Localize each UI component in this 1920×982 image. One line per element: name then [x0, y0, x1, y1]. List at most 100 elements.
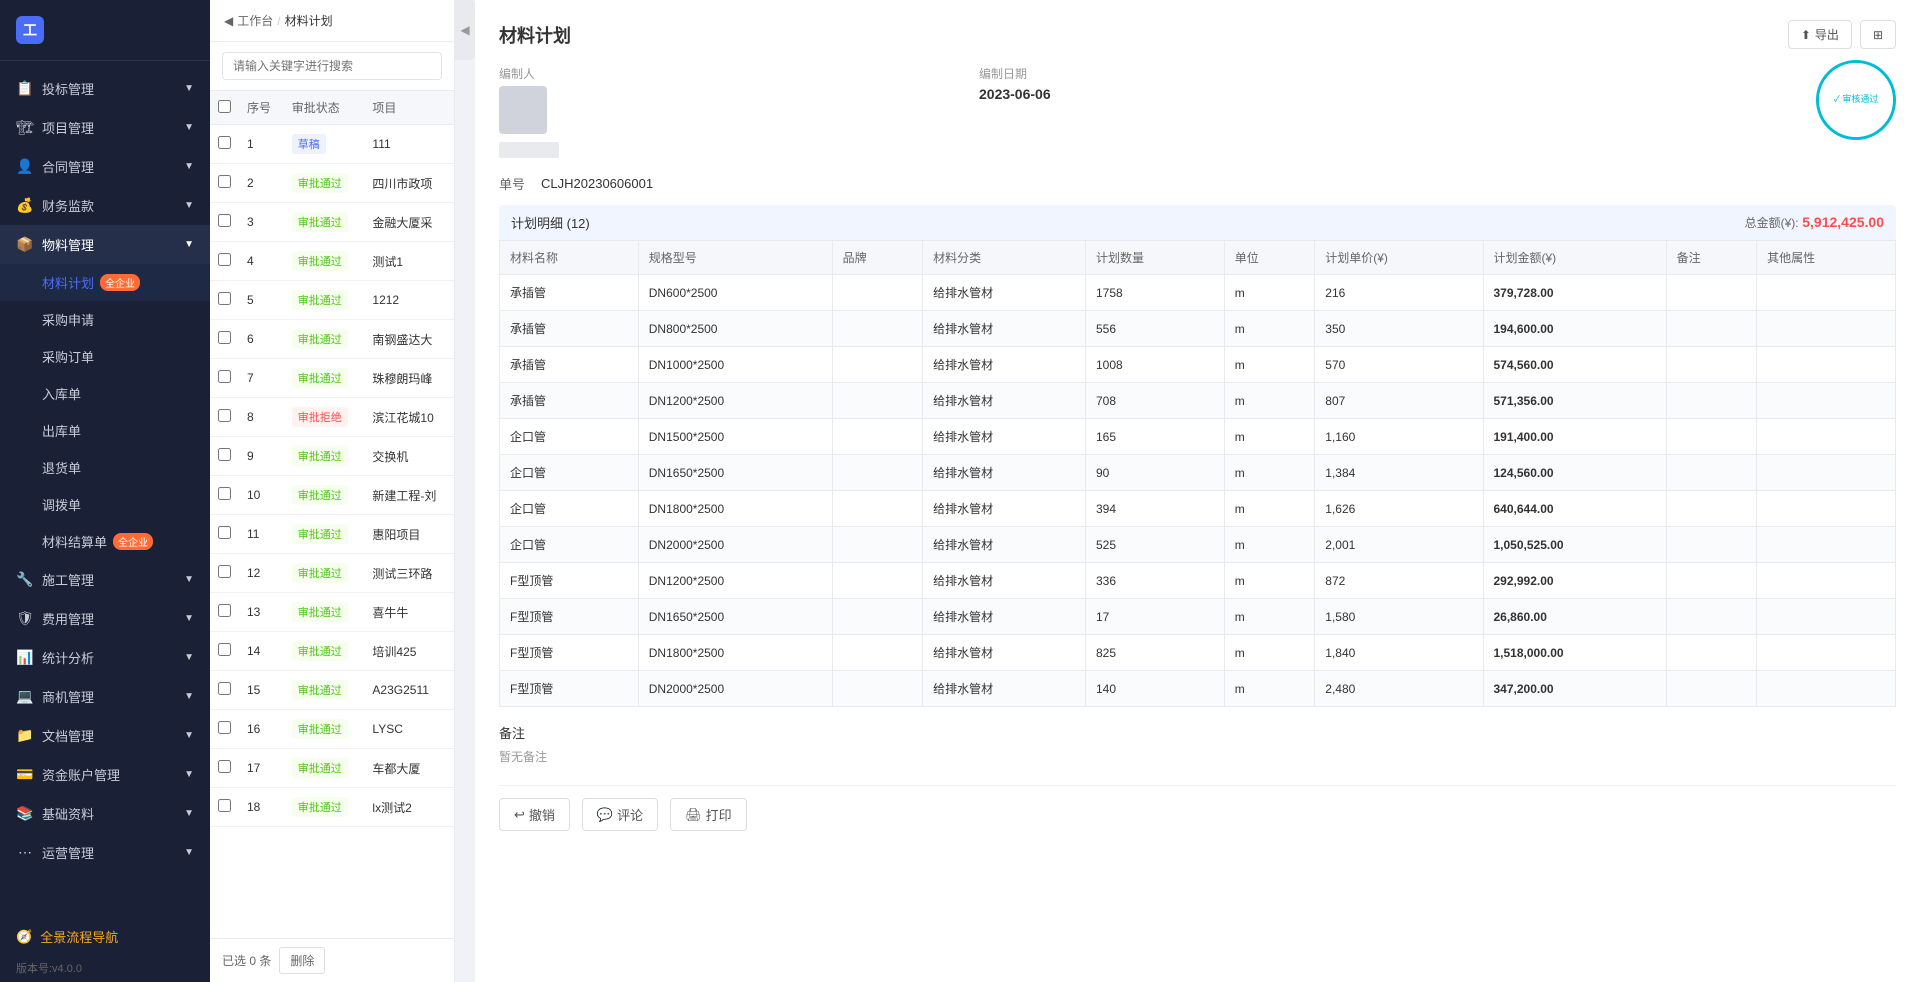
row-checkbox[interactable] [218, 526, 231, 539]
nav-guide[interactable]: 🧭 全景流程导航 [0, 919, 210, 954]
row-status: 审批通过 [284, 749, 365, 788]
qr-button[interactable]: ⊞ [1860, 20, 1896, 49]
delete-button[interactable]: 删除 [279, 947, 325, 974]
row-project: 惠阳项目 [364, 515, 454, 554]
row-checkbox[interactable] [218, 682, 231, 695]
detail-table: 材料名称 规格型号 品牌 材料分类 计划数量 单位 计划单价(¥) 计划金额(¥… [499, 240, 1896, 707]
editor-info: 编制人 [499, 65, 559, 158]
sidebar-item-contract[interactable]: 👤 合同管理 ▼ [0, 147, 210, 186]
sidebar-item-expense[interactable]: 🛡 费用管理 ▼ [0, 599, 210, 638]
unit-price: 1,384 [1315, 455, 1483, 491]
search-box [210, 42, 454, 91]
chevron-down-icon: ▼ [184, 652, 194, 663]
spec: DN1800*2500 [638, 635, 832, 671]
unit-price: 1,160 [1315, 419, 1483, 455]
select-all-checkbox[interactable] [218, 100, 231, 113]
list-item[interactable]: 8 审批拒绝 滨江花城10 [210, 398, 454, 437]
search-input[interactable] [222, 52, 442, 80]
row-checkbox[interactable] [218, 604, 231, 617]
collapse-button[interactable]: ◀ [455, 0, 475, 60]
row-no: 14 [239, 632, 284, 671]
print-button[interactable]: 🖨 打印 [670, 798, 747, 831]
row-checkbox[interactable] [218, 799, 231, 812]
qty: 17 [1086, 599, 1225, 635]
main-area: ◀ 工作台 / 材料计划 序号 审批状态 项目 [210, 0, 1920, 982]
table-row: F型顶管 DN1800*2500 给排水管材 825 m 1,840 1,518… [500, 635, 1896, 671]
other [1757, 671, 1896, 707]
sidebar-item-material-settle[interactable]: 材料结算单 全企业 [0, 523, 210, 560]
sidebar-item-computer[interactable]: 💻 商机管理 ▼ [0, 677, 210, 716]
list-item[interactable]: 11 审批通过 惠阳项目 [210, 515, 454, 554]
row-no: 8 [239, 398, 284, 437]
sidebar-item-account[interactable]: 💳 资金账户管理 ▼ [0, 755, 210, 794]
list-item[interactable]: 16 审批通过 LYSC [210, 710, 454, 749]
list-item[interactable]: 13 审批通过 喜牛牛 [210, 593, 454, 632]
row-checkbox[interactable] [218, 370, 231, 383]
breadcrumb-back-icon[interactable]: ◀ [224, 14, 233, 28]
sidebar-item-base[interactable]: 📚 基础资料 ▼ [0, 794, 210, 833]
material-name: 承插管 [500, 383, 639, 419]
comment-button[interactable]: 💬 评论 [582, 798, 658, 831]
row-checkbox[interactable] [218, 643, 231, 656]
row-checkbox[interactable] [218, 253, 231, 266]
row-project: 车都大厦 [364, 749, 454, 788]
row-status: 审批通过 [284, 515, 365, 554]
sidebar-item-material-plan[interactable]: 材料计划 全企业 [0, 264, 210, 301]
row-checkbox[interactable] [218, 331, 231, 344]
row-checkbox[interactable] [218, 292, 231, 305]
qty: 336 [1086, 563, 1225, 599]
list-item[interactable]: 17 审批通过 车都大厦 [210, 749, 454, 788]
list-item[interactable]: 9 审批通过 交换机 [210, 437, 454, 476]
row-checkbox[interactable] [218, 721, 231, 734]
row-checkbox[interactable] [218, 760, 231, 773]
export-button[interactable]: ⬆ 导出 [1788, 20, 1852, 49]
sidebar-item-label: 资金账户管理 [42, 765, 120, 784]
row-checkbox[interactable] [218, 175, 231, 188]
sidebar-item-project[interactable]: 🏗 项目管理 ▼ [0, 108, 210, 147]
sidebar-item-purchase-apply[interactable]: 采购申请 [0, 301, 210, 338]
list-item[interactable]: 18 审批通过 lx测试2 [210, 788, 454, 827]
sidebar-item-material[interactable]: 📦 物料管理 ▼ [0, 225, 210, 264]
row-checkbox[interactable] [218, 448, 231, 461]
cancel-button[interactable]: ↩ 撤销 [499, 798, 570, 831]
sidebar-item-finance[interactable]: 💰 财务监款 ▼ [0, 186, 210, 225]
list-item[interactable]: 14 审批通过 培训425 [210, 632, 454, 671]
print-label: 打印 [706, 805, 732, 824]
unit-price: 2,001 [1315, 527, 1483, 563]
row-checkbox[interactable] [218, 565, 231, 578]
chevron-down-icon: ▼ [184, 161, 194, 172]
sidebar-item-return[interactable]: 退货单 [0, 449, 210, 486]
list-item[interactable]: 15 审批通过 A23G2511 [210, 671, 454, 710]
sidebar-item-adjust[interactable]: 调拨单 [0, 486, 210, 523]
list-item[interactable]: 12 审批通过 测试三环路 [210, 554, 454, 593]
sidebar-item-outbound[interactable]: 出库单 [0, 412, 210, 449]
list-item[interactable]: 6 审批通过 南钢盛达大 [210, 320, 454, 359]
list-item[interactable]: 7 审批通过 珠穆朗玛峰 [210, 359, 454, 398]
list-panel: ◀ 工作台 / 材料计划 序号 审批状态 项目 [210, 0, 455, 982]
other [1757, 563, 1896, 599]
list-item[interactable]: 1 草稿 111 [210, 125, 454, 164]
row-checkbox[interactable] [218, 136, 231, 149]
row-checkbox[interactable] [218, 487, 231, 500]
list-item[interactable]: 2 审批通过 四川市政项 [210, 164, 454, 203]
sidebar-item-purchase-order[interactable]: 采购订单 [0, 338, 210, 375]
col-spec: 规格型号 [638, 241, 832, 275]
remark [1666, 347, 1757, 383]
list-item[interactable]: 3 审批通过 金融大厦采 [210, 203, 454, 242]
brand [832, 347, 923, 383]
sidebar-item-stats[interactable]: 📊 统计分析 ▼ [0, 638, 210, 677]
table-row: F型顶管 DN1200*2500 给排水管材 336 m 872 292,992… [500, 563, 1896, 599]
sidebar-item-construction[interactable]: 🔧 施工管理 ▼ [0, 560, 210, 599]
row-checkbox[interactable] [218, 214, 231, 227]
sidebar-item-more[interactable]: ⋯ 运营管理 ▼ [0, 833, 210, 872]
list-item[interactable]: 10 审批通过 新建工程-刘 [210, 476, 454, 515]
row-checkbox[interactable] [218, 409, 231, 422]
list-item[interactable]: 5 审批通过 1212 [210, 281, 454, 320]
sidebar-item-label: 合同管理 [42, 157, 94, 176]
material-name: 承插管 [500, 347, 639, 383]
sidebar-item-doc[interactable]: 📁 文档管理 ▼ [0, 716, 210, 755]
sidebar-item-bid[interactable]: 📋 投标管理 ▼ [0, 69, 210, 108]
sidebar-item-inbound[interactable]: 入库单 [0, 375, 210, 412]
list-item[interactable]: 4 审批通过 测试1 [210, 242, 454, 281]
row-status: 审批通过 [284, 476, 365, 515]
